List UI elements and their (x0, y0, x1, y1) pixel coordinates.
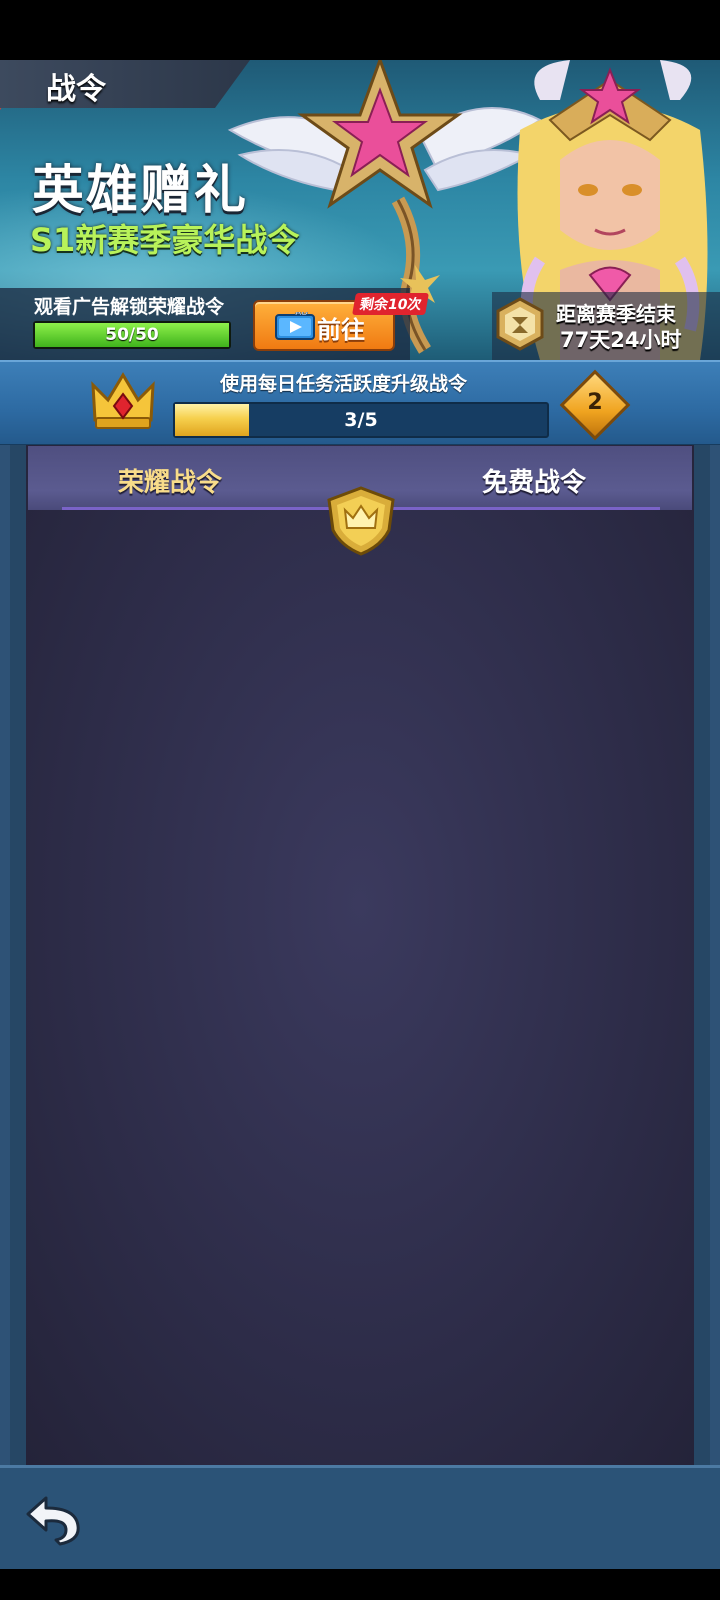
timer-icon (496, 297, 544, 351)
level-progress-bar: 3/5 (173, 402, 549, 438)
tab-free-pass[interactable]: 免费战令 (482, 462, 586, 499)
reward-track-list[interactable] (26, 445, 694, 1465)
banner-subtitle: S1新赛季豪华战令 (30, 221, 300, 259)
level-task-label: 使用每日任务活跃度升级战令 (220, 373, 468, 395)
ad-progress-bar: 50/50 (33, 321, 231, 349)
season-time-left: 77天24小时 (560, 328, 682, 352)
season-end-label: 距离赛季结束 (556, 302, 676, 326)
season-banner: 战令 英雄赠礼 S1新赛季豪华战令 观看广告解锁荣耀战令 50/50 AD 前往… (0, 60, 720, 360)
watch-ad-button-label: 前往 (317, 316, 365, 344)
remaining-count-badge: 剩余10次 (352, 293, 430, 315)
status-bar (0, 0, 720, 60)
system-nav-bar (0, 1569, 720, 1600)
crown-icon (91, 372, 155, 429)
current-level-number: 2 (587, 390, 603, 415)
page-title: 战令 (46, 72, 106, 107)
shield-crown-icon (327, 486, 395, 556)
level-progress-text: 3/5 (344, 409, 378, 431)
frame-edge-left (10, 445, 26, 1465)
ad-badge-text: AD (295, 312, 308, 317)
back-arrow-icon[interactable] (26, 1494, 82, 1546)
banner-headline: 英雄赠礼 (32, 161, 249, 221)
video-ad-icon: AD (275, 312, 315, 340)
title-plate (0, 60, 250, 108)
tab-glory-pass[interactable]: 荣耀战令 (118, 462, 222, 499)
ad-unlock-label: 观看广告解锁荣耀战令 (34, 296, 225, 318)
ad-progress-text: 50/50 (105, 325, 159, 345)
bottom-bar (0, 1465, 720, 1572)
frame-edge-right (694, 445, 710, 1465)
